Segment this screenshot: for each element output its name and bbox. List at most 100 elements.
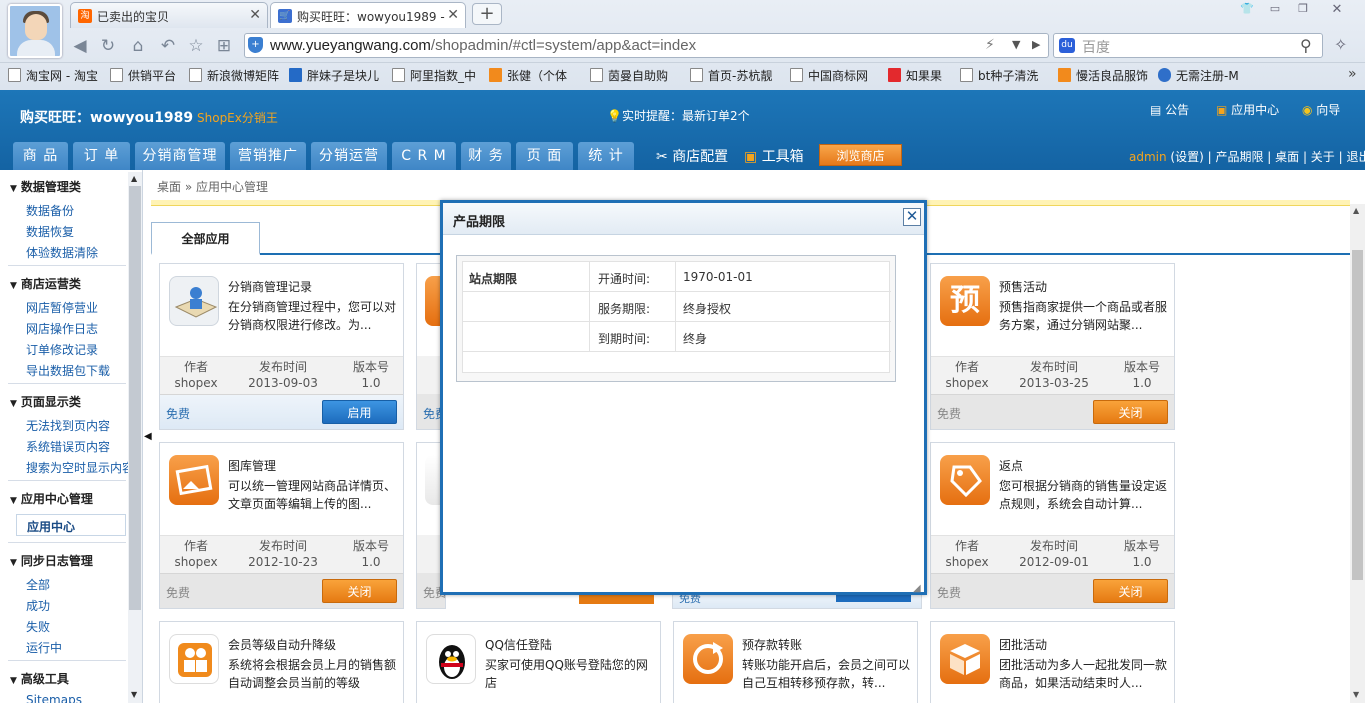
close-app-button[interactable]: 关闭 — [1093, 400, 1168, 424]
browser-tab-active[interactable]: 🛒 购买旺旺：wowyou1989 - ✕ — [270, 2, 466, 28]
sidebar-item-sitemaps[interactable]: Sitemaps — [26, 693, 82, 703]
sidebar-item-app-center[interactable]: 应用中心 — [16, 514, 126, 536]
nav-store-config[interactable]: ✂ 商店配置 — [656, 146, 728, 166]
close-app-button-partial[interactable] — [579, 594, 654, 604]
nav-stats[interactable]: 统 计 — [578, 142, 634, 170]
notice-link[interactable]: ▤ 公告 — [1150, 101, 1189, 118]
scroll-down-icon[interactable]: ▼ — [1353, 690, 1359, 699]
sidebar-item-empty-search[interactable]: 搜索为空时显示内容 — [26, 459, 134, 476]
guide-link[interactable]: ◉ 向导 — [1302, 101, 1340, 118]
close-window-icon[interactable]: ✕ — [1326, 2, 1348, 18]
sidebar-item-error[interactable]: 系统错误页内容 — [26, 438, 110, 455]
close-icon[interactable]: ✕ — [903, 208, 921, 226]
scroll-down-icon[interactable]: ▼ — [131, 690, 137, 699]
sidebar-item-order-log[interactable]: 订单修改记录 — [26, 341, 98, 358]
sidebar-group-sync[interactable]: ▼ 同步日志管理 — [10, 552, 93, 569]
user-avatar[interactable] — [8, 4, 62, 58]
tools-wrench-icon[interactable]: ✧ — [1334, 35, 1347, 54]
dialog-title: 产品期限 — [453, 215, 506, 230]
baidu-paw-icon: du — [1059, 38, 1075, 53]
bookmark-item[interactable]: 慢活良品服饰 — [1058, 67, 1148, 84]
sidebar-item-running[interactable]: 运行中 — [26, 639, 62, 656]
tab-all-apps[interactable]: 全部应用 — [151, 222, 260, 255]
nav-finance[interactable]: 财 务 — [461, 142, 511, 170]
main-scrollbar[interactable] — [1350, 204, 1365, 703]
app-center-link[interactable]: ▣ 应用中心 — [1216, 101, 1279, 118]
sidebar-scrollbar[interactable] — [128, 172, 142, 703]
nav-distributor[interactable]: 分销商管理 — [135, 142, 225, 170]
sidebar-item-log[interactable]: 网店操作日志 — [26, 320, 98, 337]
close-app-button[interactable]: 关闭 — [1093, 579, 1168, 603]
more-bookmarks[interactable]: » — [1348, 66, 1357, 82]
sidebar-item-clear-demo[interactable]: 体验数据清除 — [26, 244, 98, 261]
nav-marketing[interactable]: 营销推广 — [230, 142, 306, 170]
close-app-button[interactable]: 关闭 — [322, 579, 397, 603]
tab-label: 已卖出的宝贝 — [97, 10, 170, 24]
sidebar-group-advanced[interactable]: ▼ 高级工具 — [10, 670, 69, 687]
resize-grip-icon[interactable]: ◢ — [913, 583, 921, 594]
sidebar-group-pages[interactable]: ▼ 页面显示类 — [10, 393, 81, 410]
scroll-up-icon[interactable]: ▲ — [131, 174, 137, 183]
apps-grid-icon[interactable]: ⊞ — [212, 34, 236, 58]
sidebar-group-operation[interactable]: ▼ 商店运营类 — [10, 275, 81, 292]
new-tab-button[interactable]: + — [472, 3, 502, 25]
dropdown-arrow-icon[interactable]: ▼ — [1012, 38, 1020, 51]
bookmark-item[interactable]: 新浪微博矩阵 — [189, 67, 279, 84]
group-buy-box-icon — [940, 634, 990, 684]
sidebar-group-data[interactable]: ▼ 数据管理类 — [10, 178, 81, 195]
sidebar-item-restore[interactable]: 数据恢复 — [26, 223, 74, 240]
admin-links[interactable]: admin (设置) | 产品期限 | 桌面 | 关于 | 退出 — [1129, 148, 1365, 165]
sidebar-item-pause[interactable]: 网店暂停营业 — [26, 299, 98, 316]
collapse-sidebar-icon[interactable]: ◀ — [144, 431, 152, 442]
nav-operation[interactable]: 分销运营 — [311, 142, 387, 170]
app-footer: 免费 关闭 — [931, 394, 1174, 429]
search-input[interactable]: 百度 — [1053, 33, 1323, 58]
lightning-icon[interactable]: ⚡ — [985, 37, 995, 53]
browser-tab-sold-items[interactable]: 淘 已卖出的宝贝 ✕ — [70, 2, 268, 28]
go-arrow-icon[interactable]: ▶ — [1032, 38, 1040, 51]
app-meta: 作者 发布时间 版本号 shopex 2013-09-03 1.0 — [160, 356, 403, 394]
home-icon[interactable]: ⌂ — [126, 34, 150, 58]
nav-toolbox[interactable]: ▣ 工具箱 — [744, 146, 804, 166]
undo-icon[interactable]: ↶ — [156, 34, 180, 58]
skin-icon[interactable]: 👕 — [1236, 2, 1258, 18]
bookmark-item[interactable]: 胖妹子是块儿 — [289, 67, 379, 84]
back-icon[interactable]: ◀ — [68, 34, 92, 58]
sidebar-item-backup[interactable]: 数据备份 — [26, 202, 74, 219]
bookmark-item[interactable]: 首页-苏杭靓 — [690, 67, 772, 84]
bookmark-item[interactable]: 供销平台 — [110, 67, 176, 84]
close-tab-icon[interactable]: ✕ — [249, 7, 261, 23]
sidebar-item-success[interactable]: 成功 — [26, 597, 50, 614]
sidebar-group-app[interactable]: ▼ 应用中心管理 — [10, 490, 93, 507]
bookmark-item[interactable]: 茵曼自助购 — [590, 67, 668, 84]
sidebar-item-fail[interactable]: 失败 — [26, 618, 50, 635]
forward-refresh-icon[interactable]: ↻ — [96, 34, 120, 58]
nav-goods[interactable]: 商 品 — [13, 142, 68, 170]
bookmark-item[interactable]: 知果果 — [888, 67, 942, 84]
minimize-icon[interactable]: ▭ — [1264, 2, 1286, 18]
bookmark-item[interactable]: 中国商标网 — [790, 67, 868, 84]
admin-menu[interactable]: (设置) | 产品期限 | 桌面 | 关于 | 退出 — [1167, 150, 1365, 164]
sidebar-item-404[interactable]: 无法找到页内容 — [26, 417, 110, 434]
nav-orders[interactable]: 订 单 — [73, 142, 130, 170]
bookmark-item[interactable]: bt种子清洗 — [960, 67, 1038, 84]
favorite-star-icon[interactable]: ☆ — [184, 34, 208, 58]
bookmark-item[interactable]: 无需注册-M — [1158, 67, 1239, 84]
bookmark-item[interactable]: 阿里指数_中 — [392, 67, 476, 84]
restore-icon[interactable]: ❐ — [1292, 2, 1314, 18]
scroll-up-icon[interactable]: ▲ — [1353, 206, 1359, 215]
app-footer: 免费 关闭 — [931, 573, 1174, 608]
bookmark-item[interactable]: 张健（个体 — [489, 67, 567, 84]
sidebar-item-export[interactable]: 导出数据包下载 — [26, 362, 110, 379]
admin-name[interactable]: admin — [1129, 150, 1167, 164]
close-tab-icon[interactable]: ✕ — [447, 7, 459, 23]
realtime-reminder[interactable]: 💡实时提醒：最新订单2个 — [607, 107, 750, 124]
address-bar[interactable]: www.yueyangwang.com/shopadmin/#ctl=syste… — [244, 33, 1049, 58]
nav-pages[interactable]: 页 面 — [516, 142, 573, 170]
bookmark-item[interactable]: 淘宝网 - 淘宝 — [8, 67, 98, 84]
nav-crm[interactable]: C R M — [392, 142, 456, 170]
search-icon[interactable]: ⚲ — [1300, 36, 1312, 55]
sidebar-item-all[interactable]: 全部 — [26, 576, 50, 593]
browse-store-button[interactable]: 浏览商店 — [819, 144, 902, 166]
enable-button[interactable]: 启用 — [322, 400, 397, 424]
